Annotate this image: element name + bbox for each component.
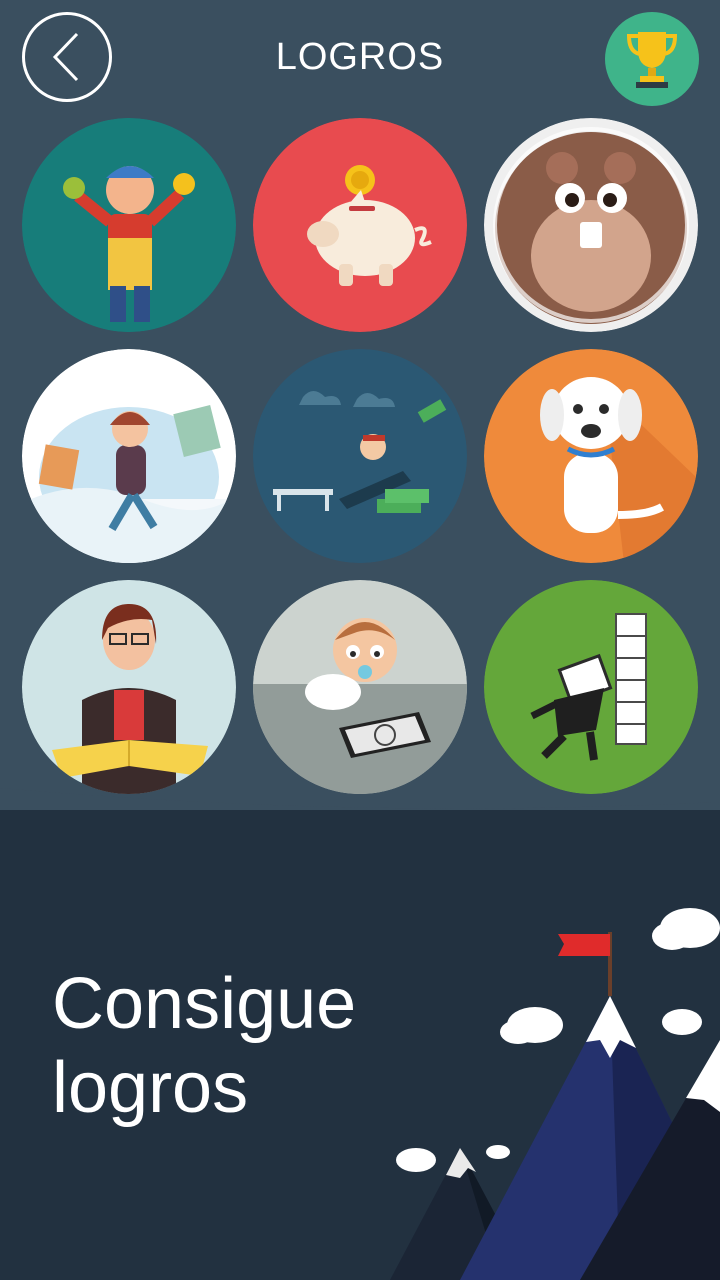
shopping-girl-badge[interactable] xyxy=(22,349,236,563)
wall-crash-badge[interactable] xyxy=(484,580,698,794)
cloud-icon xyxy=(500,1007,563,1044)
farmer-badge[interactable] xyxy=(22,118,236,332)
promo-tagline: Consigue logros xyxy=(52,962,356,1130)
baby-tablet-badge[interactable] xyxy=(253,580,467,794)
trophy-icon xyxy=(626,32,678,88)
cloud-icon xyxy=(652,908,720,950)
promo-line-2: logros xyxy=(52,1048,249,1128)
reading-woman-badge[interactable] xyxy=(22,580,236,794)
promo-line-1: Consigue xyxy=(52,964,357,1044)
trophy-button[interactable] xyxy=(605,12,699,106)
mountain-flag-illustration xyxy=(390,908,720,1280)
flag-icon xyxy=(558,934,610,956)
relaxing-money-badge[interactable] xyxy=(253,349,467,563)
cloud-icon xyxy=(662,1009,702,1035)
piggy-bank-badge[interactable] xyxy=(253,118,467,332)
dog-badge[interactable] xyxy=(484,349,698,563)
hamster-badge[interactable] xyxy=(484,118,698,332)
